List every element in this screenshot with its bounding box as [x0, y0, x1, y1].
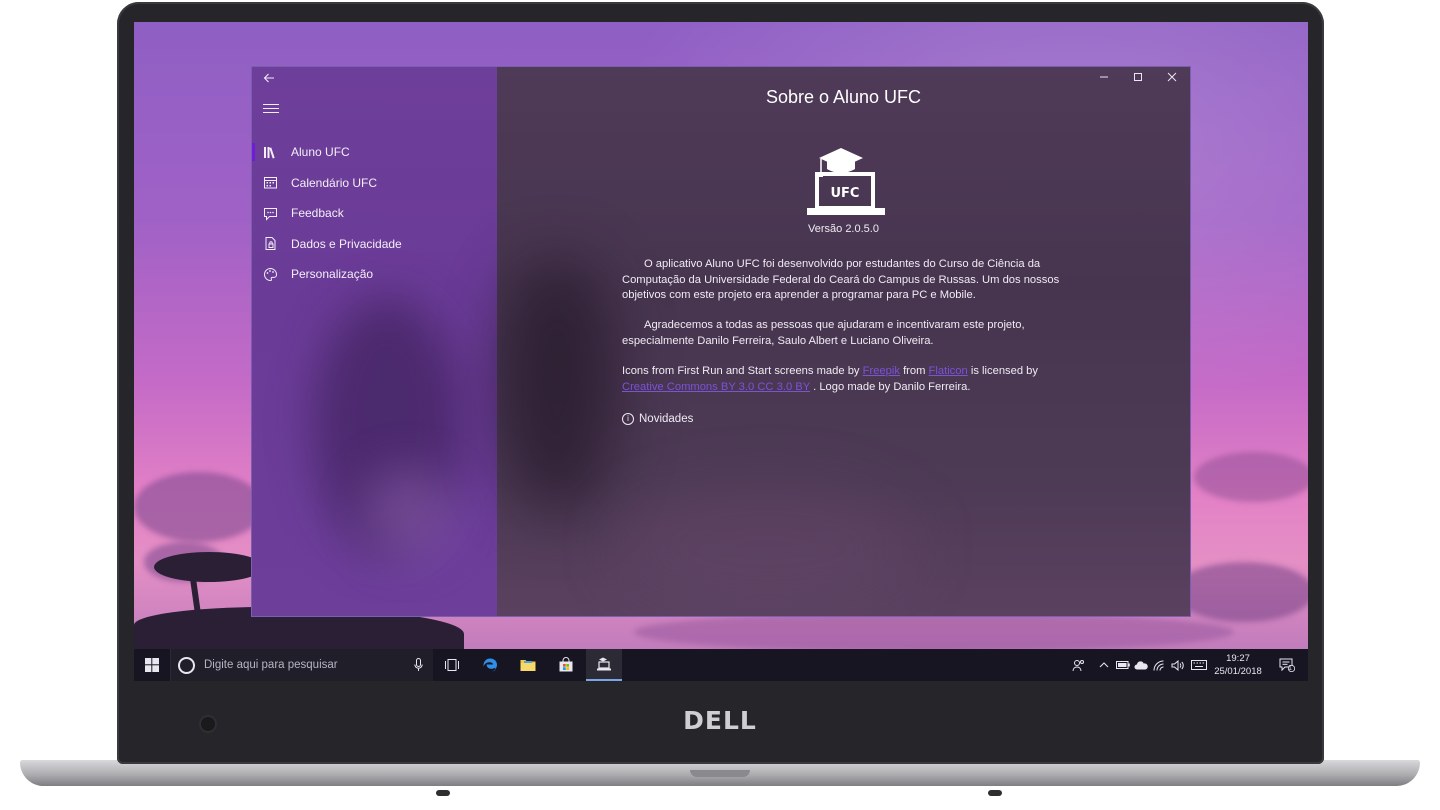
dell-logo: DELL	[683, 706, 757, 735]
aluno-ufc-taskbar-button[interactable]	[586, 649, 622, 681]
wallpaper-cloud	[134, 472, 264, 542]
task-view-button[interactable]	[434, 649, 470, 681]
chevron-up-icon	[1099, 662, 1109, 668]
battery-icon	[1116, 661, 1130, 669]
ufc-app-icon	[597, 657, 611, 670]
file-explorer-button[interactable]	[510, 649, 546, 681]
network-button[interactable]	[1150, 649, 1168, 681]
nav-item-calendario-ufc[interactable]: Calendário UFC	[252, 168, 497, 199]
wallpaper-palm-leaves	[154, 552, 264, 582]
taskbar: Digite aqui para pesquisar 19:27 25/01/2…	[134, 649, 1308, 681]
taskbar-search[interactable]: Digite aqui para pesquisar	[170, 649, 433, 681]
logo-text: UFC	[831, 186, 860, 201]
minimize-button[interactable]	[1087, 67, 1121, 89]
feedback-icon	[264, 207, 277, 221]
wifi-icon	[1153, 660, 1164, 671]
webcam	[201, 717, 215, 731]
credits-paragraph: Icons from First Run and Start screens m…	[622, 364, 1072, 395]
cloud-icon	[1134, 660, 1148, 669]
maximize-button[interactable]	[1121, 67, 1155, 89]
hamburger-menu-button[interactable]	[263, 101, 279, 113]
laptop-foot	[988, 790, 1002, 796]
app-window: Aluno UFC Calendário UFC Feedback Dados …	[251, 66, 1191, 617]
notification-icon	[1279, 658, 1295, 672]
wallpaper-cloud	[634, 612, 1234, 652]
cortana-icon	[178, 656, 195, 674]
acrylic-blur	[617, 487, 917, 607]
windows-logo-icon	[145, 658, 159, 672]
selection-indicator	[252, 143, 255, 161]
credits-from: from	[903, 365, 926, 377]
calendar-icon	[264, 177, 277, 189]
task-view-icon	[445, 659, 459, 671]
version-label: Versão 2.0.5.0	[808, 223, 879, 235]
freepik-link[interactable]: Freepik	[863, 365, 900, 377]
nav-item-label: Personalização	[291, 267, 374, 282]
license-link[interactable]: Creative Commons BY 3.0 CC 3.0 BY	[622, 381, 810, 393]
navigation-pane: Aluno UFC Calendário UFC Feedback Dados …	[252, 67, 497, 616]
nav-item-personalizacao[interactable]: Personalização	[252, 259, 497, 290]
nav-item-label: Feedback	[291, 206, 344, 221]
battery-button[interactable]	[1114, 649, 1132, 681]
clock-date: 25/01/2018	[1214, 666, 1262, 677]
nav-item-feedback[interactable]: Feedback	[252, 198, 497, 229]
microphone-icon[interactable]	[414, 658, 423, 672]
folder-icon	[520, 660, 536, 671]
laptop-notch	[690, 770, 750, 777]
nav-list: Aluno UFC Calendário UFC Feedback Dados …	[252, 137, 497, 290]
page-title: Sobre o Aluno UFC	[765, 87, 922, 107]
about-text: O aplicativo Aluno UFC foi desenvolvido …	[622, 258, 1060, 301]
library-icon	[264, 146, 275, 159]
store-button[interactable]	[548, 649, 584, 681]
nav-item-aluno-ufc[interactable]: Aluno UFC	[252, 137, 497, 168]
show-hidden-icons-button[interactable]	[1095, 649, 1113, 681]
action-center-button[interactable]: 1	[1274, 649, 1300, 681]
search-placeholder: Digite aqui para pesquisar	[204, 659, 338, 671]
people-button[interactable]	[1067, 649, 1089, 681]
edge-icon	[483, 658, 498, 672]
clock-time: 19:27	[1226, 653, 1250, 664]
desktop-screen: Aluno UFC Calendário UFC Feedback Dados …	[134, 22, 1308, 681]
info-icon: i	[622, 413, 634, 425]
onedrive-button[interactable]	[1132, 649, 1150, 681]
thanks-paragraph: Agradecemos a todas as pessoas que ajuda…	[622, 318, 1072, 349]
credits-suffix: . Logo made by Danilo Ferreira.	[813, 380, 971, 393]
ufc-logo: UFC	[807, 148, 885, 215]
start-button[interactable]	[134, 649, 170, 681]
laptop-foot	[436, 790, 450, 796]
flaticon-link[interactable]: Flaticon	[929, 365, 968, 377]
credits-prefix: Icons from First Run and Start screens m…	[622, 365, 860, 377]
palette-icon	[264, 267, 278, 281]
volume-button[interactable]	[1168, 649, 1186, 681]
edge-taskbar-button[interactable]	[472, 649, 508, 681]
nav-item-label: Calendário UFC	[291, 175, 378, 190]
close-icon	[1167, 72, 1177, 82]
about-paragraph: O aplicativo Aluno UFC foi desenvolvido …	[622, 257, 1072, 304]
touch-keyboard-button[interactable]	[1188, 649, 1210, 681]
credits-licensed: is licensed by	[970, 365, 1039, 377]
keyboard-icon	[1191, 660, 1207, 670]
wallpaper-cloud	[1174, 562, 1308, 622]
nav-item-dados-privacidade[interactable]: Dados e Privacidade	[252, 229, 497, 260]
back-button[interactable]	[263, 71, 279, 87]
back-arrow-icon	[263, 73, 274, 83]
maximize-icon	[1134, 73, 1142, 81]
thanks-text: Agradecemos a todas as pessoas que ajuda…	[622, 319, 1025, 347]
novidades-label: Novidades	[639, 413, 694, 425]
acrylic-blur	[497, 257, 617, 517]
novidades-button[interactable]: i Novidades	[622, 413, 693, 425]
nav-item-label: Aluno UFC	[291, 145, 350, 160]
speaker-icon	[1171, 659, 1184, 671]
acrylic-blur	[362, 467, 452, 557]
wallpaper-cloud	[1194, 452, 1308, 502]
minimize-icon	[1100, 76, 1108, 78]
close-button[interactable]	[1155, 67, 1189, 89]
store-icon	[559, 657, 573, 672]
taskbar-clock[interactable]: 19:27 25/01/2018	[1208, 652, 1268, 678]
privacy-icon	[265, 237, 276, 251]
people-icon	[1072, 659, 1084, 671]
nav-item-label: Dados e Privacidade	[291, 236, 402, 251]
notification-count: 1	[1288, 665, 1292, 672]
